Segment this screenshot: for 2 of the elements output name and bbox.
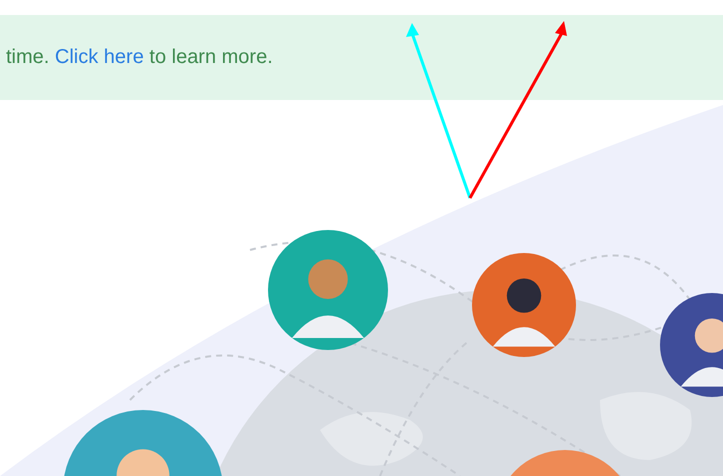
- notice-text: time. Click here to learn more.: [6, 46, 273, 69]
- learn-more-link[interactable]: Click here: [54, 46, 144, 68]
